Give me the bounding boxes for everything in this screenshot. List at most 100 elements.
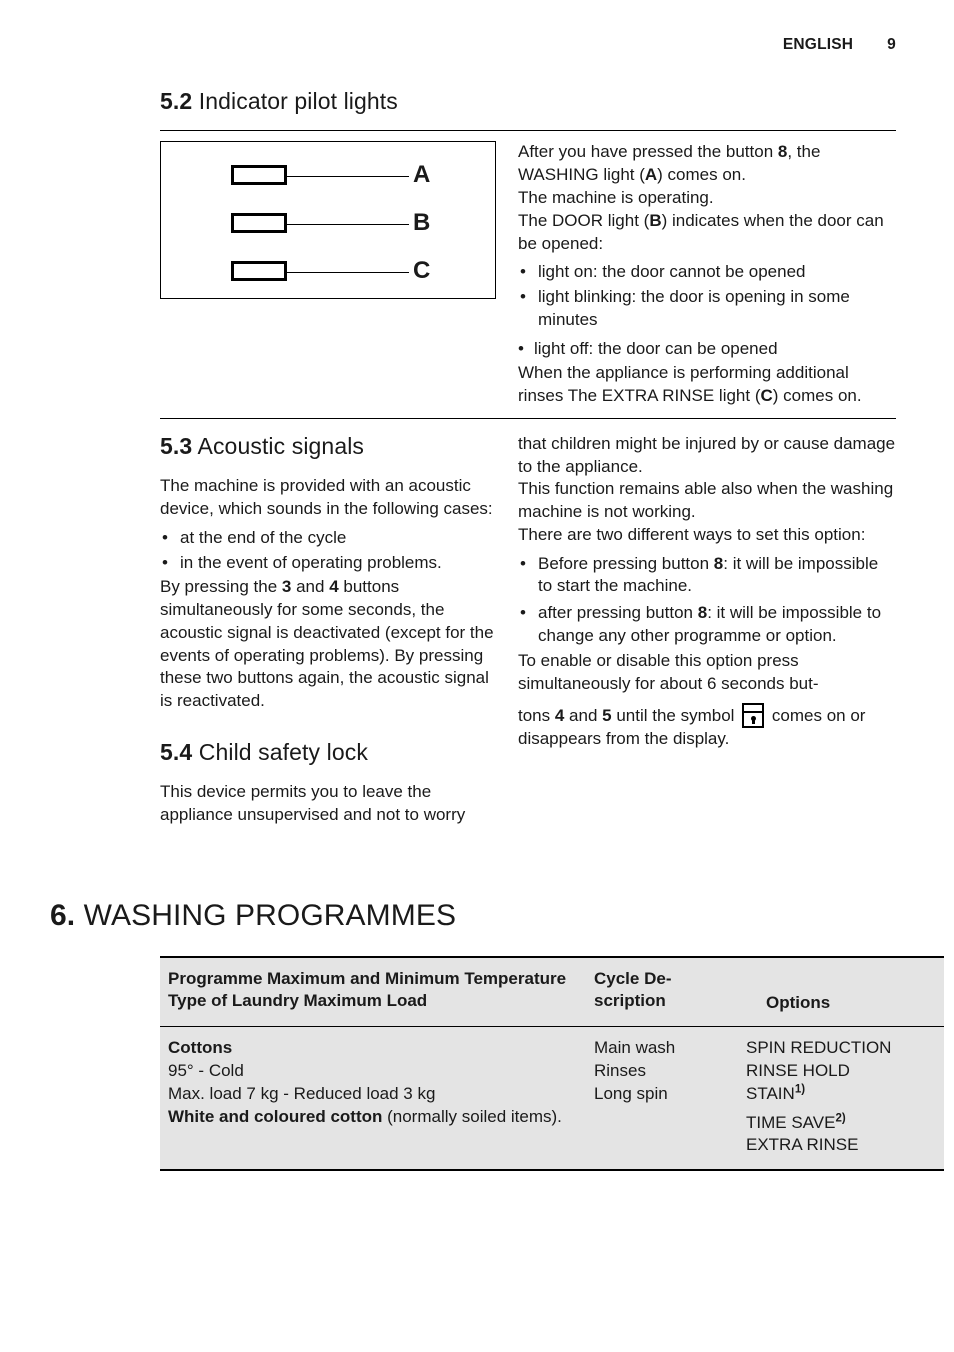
cell-cycle-description: Main wash Rinses Long spin (586, 1027, 738, 1170)
indicator-lamp-icon (231, 165, 287, 186)
column-header-options: Options (738, 957, 944, 1027)
text-fragment: until the symbol (611, 706, 740, 726)
option-footnote: 1) (794, 1083, 806, 1096)
column-header-programme: Programme Maximum and Minimum Temperatur… (160, 957, 586, 1027)
list-item: light blinking: the door is opening in s… (518, 286, 896, 332)
child-lock-icon (742, 703, 765, 729)
button-reference-3: 3 (281, 577, 292, 597)
laundry-type-rest: (normally soiled items). (382, 1106, 562, 1126)
text-fragment: Before pressing button (538, 553, 714, 573)
cycle-step: Rinses (594, 1061, 646, 1081)
column-header-cycle-description: Cycle De- scription (586, 957, 738, 1027)
option-footnote: 2) (835, 1112, 846, 1124)
option-item: STAIN1) (746, 1083, 936, 1106)
keyhole-stem (751, 719, 755, 725)
option-label: SPIN REDUCTION (746, 1038, 892, 1058)
option-item: RINSE HOLD (746, 1060, 936, 1083)
table-row: Cottons 95° - Cold Max. load 7 kg - Redu… (160, 1027, 944, 1171)
laundry-type-bold: White and coloured cotton (168, 1106, 383, 1126)
option-label: TIME SAVE (746, 1112, 836, 1132)
indicator-light-row-c: C (161, 257, 495, 285)
section-title-5-2: Indicator pilot lights (198, 88, 398, 114)
header-line: Programme (168, 968, 263, 988)
header-page-number: 9 (887, 36, 896, 53)
text-fragment: ) comes on. (772, 386, 862, 406)
header-language: ENGLISH (782, 36, 854, 53)
paragraph-two-ways: There are two different ways to set this… (518, 524, 866, 544)
option-item: EXTRA RINSE (746, 1134, 936, 1157)
list-item: Before pressing button 8: it will be imp… (518, 553, 896, 599)
indicator-lamp-icon (231, 213, 287, 234)
cell-options: SPIN REDUCTION RINSE HOLD STAIN1) TIME S… (738, 1027, 944, 1170)
light-reference-a: A (644, 165, 658, 185)
cycle-step: Long spin (594, 1083, 668, 1103)
section-5-2-columns: A B C After you have pressed the button … (160, 141, 896, 407)
text-fragment: after pressing button (538, 603, 698, 623)
indicator-label-b: B (413, 209, 431, 237)
paragraph-machine-operating: The machine is operating. (518, 187, 714, 207)
table-header: Programme Maximum and Minimum Temperatur… (160, 956, 944, 1027)
paragraph-acoustic-toggle: By pressing the 3 and 4 buttons simultan… (160, 576, 496, 713)
child-lock-options-list: Before pressing button 8: it will be imp… (518, 553, 896, 648)
cycle-step: Main wash (594, 1038, 676, 1058)
indicator-light-row-a: A (161, 161, 495, 189)
table-body: Cottons 95° - Cold Max. load 7 kg - Redu… (160, 1027, 944, 1171)
section-heading-5-4: 5.4 Child safety lock (160, 739, 496, 765)
paragraph-child-lock-continued: that children might be injured by or cau… (518, 433, 896, 476)
programme-temperature: 95° - Cold (168, 1061, 244, 1081)
option-item: TIME SAVE2) (746, 1112, 936, 1135)
chapter-heading-6: 6. WASHING PROGRAMMES (50, 899, 896, 932)
light-reference-b: B (649, 210, 662, 230)
section-5-2-left-column: A B C (160, 141, 518, 407)
programme-load: Max. load 7 kg - Reduced load 3 kg (168, 1083, 436, 1103)
indicator-lights-figure: A B C (160, 141, 496, 300)
header-line: Maximum and Minimum Temperature (266, 968, 567, 988)
section-5-3-left-column: 5.3 Acoustic signals The machine is prov… (160, 433, 518, 827)
leader-line (287, 224, 409, 226)
section-heading-5-2: 5.2 Indicator pilot lights (160, 88, 896, 114)
cell-programme-details: Cottons 95° - Cold Max. load 7 kg - Redu… (160, 1027, 586, 1170)
acoustic-cases-list: at the end of the cycle in the event of … (160, 527, 496, 575)
section-5-3-right-column: that children might be injured by or cau… (518, 433, 896, 827)
button-reference-8: 8 (713, 553, 724, 573)
paragraph-symbol-instruction: tons 4 and 5 until the symbol comes on o… (518, 703, 896, 751)
option-label: EXTRA RINSE (746, 1135, 859, 1155)
list-item: light on: the door cannot be opened (518, 261, 896, 284)
section-5-3-columns: 5.3 Acoustic signals The machine is prov… (160, 433, 896, 827)
text-fragment: buttons simultaneously for some seconds,… (160, 577, 494, 711)
leader-line (287, 272, 409, 274)
lock-divider (744, 711, 763, 714)
button-reference-4: 4 (554, 706, 565, 726)
programme-name: Cottons (168, 1038, 233, 1058)
programme-laundry-type: White and coloured cotton (normally soil… (168, 1106, 578, 1129)
light-reference-c: C (760, 386, 773, 406)
text-fragment: By pressing the (160, 577, 282, 597)
option-label: STAIN (746, 1083, 795, 1103)
list-item: at the end of the cycle (160, 527, 496, 550)
header-line: Maximum Load (303, 991, 428, 1011)
list-item: after pressing button 8: it will be impo… (518, 602, 896, 648)
paragraph-enable-disable: To enable or disable this option press s… (518, 650, 819, 693)
section-number-5-3: 5.3 (160, 432, 193, 459)
text-fragment: and (291, 577, 330, 597)
list-item: light off: the door can be opened (518, 338, 896, 361)
page-header: ENGLISH 9 (160, 36, 896, 54)
document-page: ENGLISH 9 5.2 Indicator pilot lights A B… (0, 0, 954, 1352)
section-heading-5-3: 5.3 Acoustic signals (160, 433, 496, 459)
paragraph-door-light: The DOOR light (B) indicates when the do… (518, 210, 896, 256)
page-content: 5.2 Indicator pilot lights A B C After y… (50, 88, 944, 1172)
section-title-5-4: Child safety lock (198, 738, 368, 765)
paragraph-extra-rinse-light: When the appliance is performing additio… (518, 362, 896, 408)
section-rule-middle (160, 417, 896, 419)
indicator-light-row-b: B (161, 209, 495, 237)
chapter-number: 6. (50, 898, 76, 932)
button-reference-5: 5 (602, 706, 612, 726)
paragraph-washing-light: After you have pressed the button 8, the… (518, 141, 896, 187)
indicator-label-c: C (413, 257, 431, 285)
chapter-title: WASHING PROGRAMMES (83, 898, 457, 932)
text-fragment: and (564, 706, 603, 726)
header-line: Type of Laundry (168, 991, 299, 1011)
leader-line (287, 176, 409, 178)
indicator-label-a: A (413, 161, 431, 189)
table-header-row: Programme Maximum and Minimum Temperatur… (160, 956, 944, 1027)
